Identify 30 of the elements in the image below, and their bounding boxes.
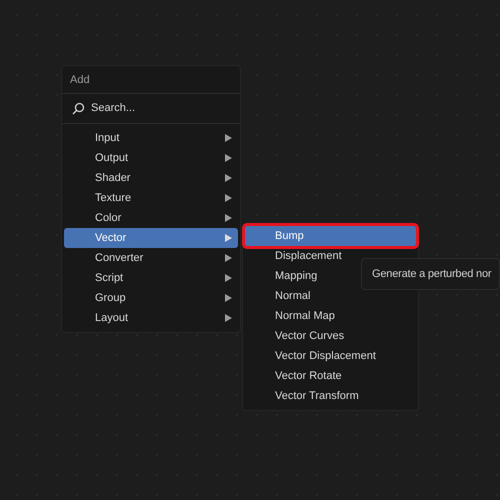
menu-item[interactable]: Group (64, 288, 238, 308)
submenu-item[interactable]: Bump (245, 226, 416, 246)
search-icon (72, 102, 85, 115)
menu-item[interactable]: Texture (64, 188, 238, 208)
submenu-arrow-icon (225, 194, 232, 202)
menu-item[interactable]: Color (64, 208, 238, 228)
submenu-item[interactable]: Normal Map (245, 306, 416, 326)
submenu-arrow-icon (225, 294, 232, 302)
menu-item[interactable]: Shader (64, 168, 238, 188)
submenu-arrow-icon (225, 174, 232, 182)
menu-item[interactable]: Input (64, 128, 238, 148)
submenu-arrow-icon (225, 274, 232, 282)
submenu-item[interactable]: Vector Displacement (245, 346, 416, 366)
menu-item[interactable]: Vector (64, 228, 238, 248)
submenu-item[interactable]: Vector Curves (245, 326, 416, 346)
menu-item[interactable]: Script (64, 268, 238, 288)
tooltip: Generate a perturbed nor (361, 258, 500, 290)
search-field[interactable]: Search... (91, 100, 151, 117)
menu-item[interactable]: Output (64, 148, 238, 168)
submenu-arrow-icon (225, 154, 232, 162)
submenu-arrow-icon (225, 214, 232, 222)
submenu-arrow-icon (225, 134, 232, 142)
menu-item[interactable]: Converter (64, 248, 238, 268)
menu-title: Add (62, 66, 240, 94)
submenu-item[interactable]: Vector Rotate (245, 366, 416, 386)
submenu-arrow-icon (225, 254, 232, 262)
submenu-arrow-icon (225, 234, 232, 242)
menu-item[interactable]: Layout (64, 308, 238, 328)
submenu-arrow-icon (225, 314, 232, 322)
submenu-item[interactable]: Vector Transform (245, 386, 416, 406)
